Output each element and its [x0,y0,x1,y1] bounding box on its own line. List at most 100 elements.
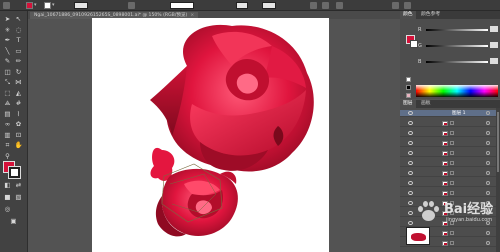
path-icon[interactable] [3,2,10,9]
line-tool-icon[interactable]: ╲ [3,47,12,56]
rectangle-tool-icon[interactable]: ▭ [14,47,23,56]
opacity-field[interactable] [236,2,248,9]
eye-icon[interactable] [408,131,413,135]
eye-icon[interactable] [408,171,413,175]
color-spectrum[interactable] [416,85,498,97]
style-icon[interactable] [310,2,317,9]
channel-slider[interactable] [426,45,488,47]
pen-tool-icon[interactable]: ✒ [3,36,12,45]
none-swatch[interactable] [406,77,411,82]
layer-row[interactable] [400,120,496,127]
selection-tool-icon[interactable]: ➤ [3,15,12,24]
graph-tool-icon[interactable]: ▥ [3,131,12,140]
layer-row[interactable] [400,140,496,147]
eye-icon[interactable] [408,121,413,125]
channel-value-field[interactable] [490,58,498,64]
target-icon[interactable] [486,231,490,235]
tab-layers[interactable]: 图层 [400,100,416,108]
layer-row[interactable] [400,190,496,197]
eraser-tool-icon[interactable]: ◫ [3,68,12,77]
brush-icon[interactable] [128,2,135,9]
lasso-tool-icon[interactable]: ◌ [14,26,23,35]
width-tool-icon[interactable]: ⋈ [14,78,23,87]
channel-r[interactable]: R [418,26,498,33]
target-icon[interactable] [486,191,490,195]
screen-mode-icon[interactable]: ▣ [9,217,18,226]
eye-icon[interactable] [408,191,413,195]
channel-b[interactable]: B [418,58,498,65]
symbol-sprayer-tool-icon[interactable]: ✿ [14,120,23,129]
eye-icon[interactable] [408,151,413,155]
rotate-tool-icon[interactable]: ↻ [14,68,23,77]
black-swatch[interactable] [406,85,411,90]
target-icon[interactable] [486,171,490,175]
taskbar-thumbnail[interactable] [406,227,430,245]
stroke-color-swatch[interactable] [410,40,418,48]
target-icon[interactable] [486,181,490,185]
target-icon[interactable] [486,131,490,135]
layer-row-parent[interactable]: 图层 1 [400,110,496,117]
scale-tool-icon[interactable]: ⤡ [3,78,12,87]
fill-swatch-icon[interactable] [26,2,33,9]
paintbrush-tool-icon[interactable]: ✎ [3,57,12,66]
target-icon[interactable] [486,111,490,115]
mesh-tool-icon[interactable]: # [14,99,23,108]
layer-row[interactable] [400,170,496,177]
align-icon[interactable] [322,2,329,9]
opacity-value-field[interactable] [262,2,276,9]
free-transform-tool-icon[interactable]: ⬚ [3,89,12,98]
direct-selection-tool-icon[interactable]: ↖ [14,15,23,24]
tab-artboards[interactable]: 画板 [418,100,434,108]
stroke-swatch-icon[interactable] [44,2,51,9]
layers-scrollbar[interactable] [496,108,500,252]
gradient-tool-icon[interactable]: ▤ [3,110,12,119]
drawing-mode-icon[interactable]: ◎ [3,205,12,214]
rose-artwork[interactable] [92,18,329,252]
layer-row[interactable] [400,160,496,167]
chevron-down-icon[interactable]: ▾ [52,2,57,9]
perspective-tool-icon[interactable]: ⟁ [3,99,12,108]
eyedropper-tool-icon[interactable]: ⌇ [14,110,23,119]
hand-tool-icon[interactable]: ✋ [14,141,23,150]
pencil-tool-icon[interactable]: ✏ [14,57,23,66]
target-icon[interactable] [486,151,490,155]
arrange-icon[interactable] [392,2,399,9]
artboard[interactable] [92,18,329,252]
target-icon[interactable] [486,241,490,245]
type-tool-icon[interactable]: T [14,36,23,45]
target-icon[interactable] [486,141,490,145]
zoom-tool-icon[interactable]: ⚲ [3,152,12,161]
gradient-mode-icon[interactable]: ▧ [14,193,23,202]
layer-row[interactable] [400,150,496,157]
tab-color[interactable]: 颜色 [400,11,416,19]
eye-icon[interactable] [408,111,413,115]
shape-builder-tool-icon[interactable]: ◭ [14,89,23,98]
white-swatch[interactable] [406,93,411,98]
tab-color-guide[interactable]: 颜色参考 [418,11,443,19]
channel-slider[interactable] [426,61,488,63]
eye-icon[interactable] [408,161,413,165]
eye-icon[interactable] [408,181,413,185]
channel-slider[interactable] [426,29,488,31]
large-rose[interactable] [150,24,314,172]
layer-row[interactable] [400,180,496,187]
stroke-width-field[interactable] [74,2,88,9]
artboard-tool-icon[interactable]: ⊡ [14,131,23,140]
color-mode-icon[interactable]: ■ [3,193,12,202]
slice-tool-icon[interactable]: ⌗ [3,141,12,150]
channel-g[interactable]: G [418,42,498,49]
magic-wand-tool-icon[interactable]: ✳ [3,26,12,35]
stroke-color-swatch[interactable] [9,167,20,178]
target-icon[interactable] [486,161,490,165]
target-icon[interactable] [486,121,490,125]
blend-tool-icon[interactable]: ∞ [3,120,12,129]
channel-value-field[interactable] [490,42,498,48]
swap-colors-icon[interactable]: ⇄ [14,181,23,190]
chevron-down-icon[interactable]: ▾ [34,2,39,9]
transform-icon[interactable] [336,2,343,9]
brush-definition-field[interactable] [170,2,194,9]
eye-icon[interactable] [408,141,413,145]
channel-value-field[interactable] [490,26,498,32]
panel-menu-icon[interactable] [404,2,411,9]
layer-row[interactable] [400,130,496,137]
